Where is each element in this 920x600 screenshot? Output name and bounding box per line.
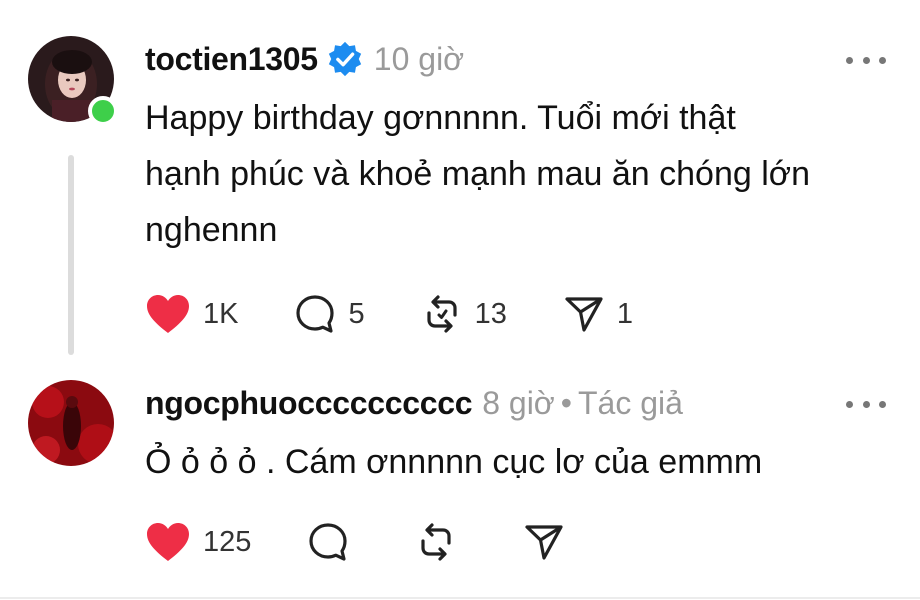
heart-icon — [147, 295, 189, 333]
post-text-line: hạnh phúc và khoẻ mạnh mau ăn chóng lớn — [145, 155, 810, 193]
repost-count: 13 — [474, 297, 507, 330]
username[interactable]: ngocphuocccccccccc — [145, 385, 473, 422]
post-text: Ỏ ỏ ỏ ỏ . Cám ơnnnnn cục lơ của emmm — [145, 434, 762, 490]
post-ngocphuocccccccccc: ngocphuocccccccccc 8 giờ • Tác giả Ỏ ỏ ỏ… — [0, 360, 920, 600]
reply-count: 5 — [348, 297, 365, 330]
post-header: ngocphuocccccccccc 8 giờ • Tác giả — [145, 382, 683, 424]
reply-button[interactable] — [307, 521, 349, 563]
bottom-divider — [0, 597, 920, 599]
comment-icon — [296, 295, 335, 333]
post-time: 10 giờ — [373, 40, 465, 77]
heart-icon — [147, 523, 189, 561]
share-icon — [525, 525, 563, 560]
post-actions: 1K 5 13 1 — [145, 292, 689, 336]
avatar-image — [28, 380, 114, 466]
like-button[interactable]: 1K — [145, 293, 238, 335]
post-text: Happy birthday gơnnnnn. Tuổi mới thật hạ… — [145, 90, 810, 258]
username[interactable]: toctien1305 — [145, 41, 318, 78]
separator-dot: • — [560, 384, 572, 421]
more-icon — [846, 400, 853, 408]
thread-line — [68, 155, 74, 355]
share-icon — [565, 297, 603, 332]
like-button[interactable]: 125 — [145, 521, 251, 563]
share-button[interactable]: 1 — [563, 293, 633, 335]
more-options-button[interactable] — [846, 396, 886, 412]
avatar-ngocphuocccccccccc[interactable] — [28, 380, 114, 466]
repost-icon — [427, 295, 457, 333]
online-status-indicator — [88, 96, 118, 126]
post-toctien1305: toctien1305 10 giờ Happy birthday gơnnnn… — [0, 0, 920, 360]
share-count: 1 — [616, 297, 634, 330]
repost-button[interactable]: 13 — [421, 293, 507, 335]
post-text-line: nghennn — [145, 211, 278, 249]
more-icon — [846, 56, 853, 64]
author-tag: Tác giả — [577, 384, 683, 421]
post-actions: 125 — [145, 520, 621, 564]
reply-button[interactable]: 5 — [294, 293, 365, 335]
like-count: 125 — [203, 525, 252, 558]
post-time: 8 giờ — [482, 384, 555, 421]
more-options-button[interactable] — [846, 52, 886, 68]
like-count: 1K — [203, 297, 239, 330]
post-text-line: Happy birthday gơnnnnn. Tuổi mới thật — [145, 99, 736, 137]
repost-icon — [421, 523, 451, 561]
repost-button[interactable] — [415, 521, 457, 563]
comment-icon — [309, 523, 347, 561]
post-header: toctien1305 10 giờ — [145, 38, 464, 80]
verified-badge-icon — [328, 41, 361, 77]
post-text-line: Ỏ ỏ ỏ ỏ . Cám ơnnnnn cục lơ của emmm — [145, 443, 763, 481]
share-button[interactable] — [523, 521, 565, 563]
